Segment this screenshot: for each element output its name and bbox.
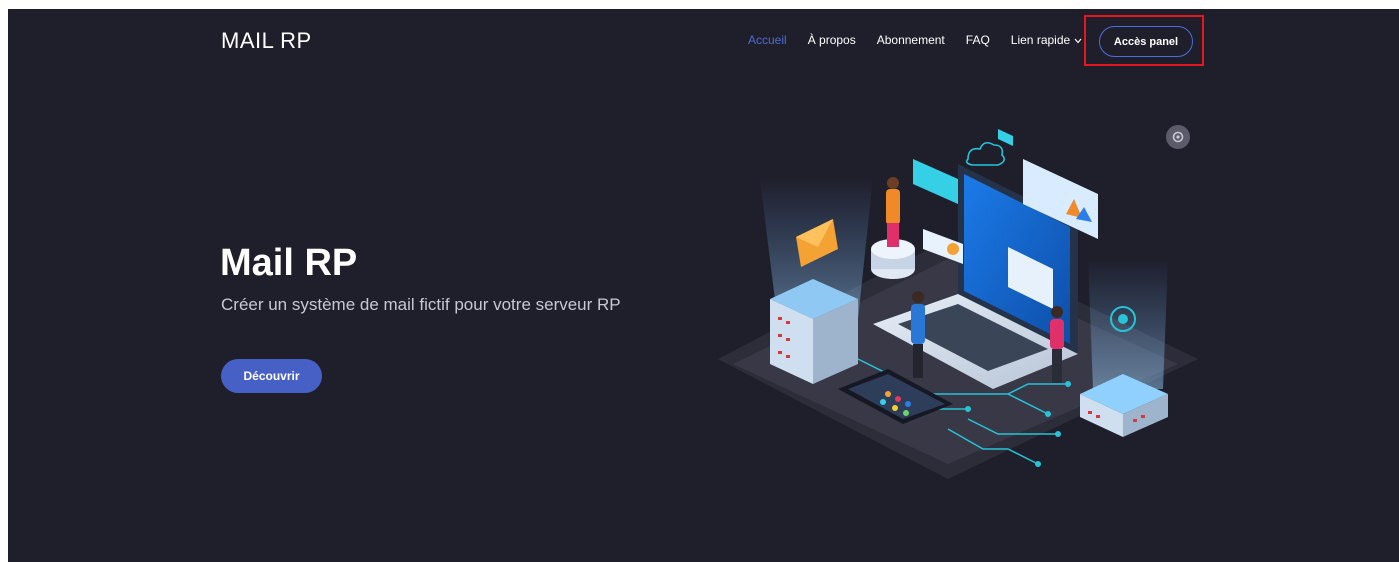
nav-item-lien-rapide[interactable]: Lien rapide bbox=[1011, 33, 1082, 47]
acces-panel-button[interactable]: Accès panel bbox=[1099, 26, 1193, 57]
chevron-down-icon bbox=[1074, 33, 1082, 47]
hero-subtitle: Créer un système de mail fictif pour vot… bbox=[221, 295, 621, 314]
nav-item-abonnement[interactable]: Abonnement bbox=[877, 33, 945, 47]
nav-item-accueil[interactable]: Accueil bbox=[748, 33, 787, 47]
page-frame: MAIL RP Accueil À propos Abonnement FAQ … bbox=[8, 9, 1399, 562]
site-logo[interactable]: MAIL RP bbox=[221, 28, 312, 54]
decouvrir-button[interactable]: Découvrir bbox=[221, 359, 322, 393]
nav-item-a-propos[interactable]: À propos bbox=[808, 33, 856, 47]
nav-item-lien-rapide-label: Lien rapide bbox=[1010, 33, 1071, 47]
hero-title: Mail RP bbox=[220, 242, 358, 284]
main-nav: Accueil À propos Abonnement FAQ Lien rap… bbox=[748, 33, 1103, 47]
nav-item-faq[interactable]: FAQ bbox=[966, 33, 990, 47]
network-server-illustration bbox=[718, 129, 1198, 479]
